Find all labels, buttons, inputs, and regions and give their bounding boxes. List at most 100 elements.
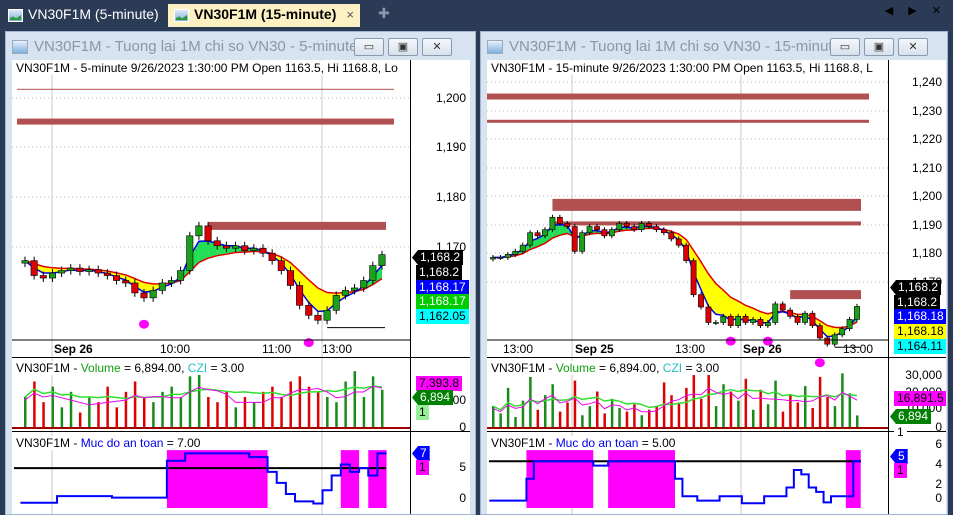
axis-tick-label: 0 xyxy=(459,491,466,505)
axis-tick-label: 1,200 xyxy=(911,189,942,203)
candle xyxy=(504,251,511,260)
volume-bar xyxy=(677,402,681,428)
volume-bar xyxy=(492,406,495,428)
candle xyxy=(76,264,84,276)
volume-bar xyxy=(362,397,366,428)
volume-bar xyxy=(618,407,621,428)
candle xyxy=(660,227,667,236)
volume-bar xyxy=(262,391,265,428)
header-prefix: VN30F1M - xyxy=(16,436,81,450)
tab-navigation-icons[interactable]: ◀ ▶ ✕ xyxy=(885,4,947,17)
header-text: = 6,894.00, xyxy=(120,361,188,375)
czi-label: CZI xyxy=(187,361,208,375)
volume-bar xyxy=(707,373,710,428)
minimize-button[interactable]: ▭ xyxy=(354,38,384,56)
restore-button[interactable]: ▣ xyxy=(864,38,894,56)
axis-tick-label: 1,180 xyxy=(435,190,466,204)
volume-bar xyxy=(789,395,792,428)
volume-bar xyxy=(514,417,517,428)
volume-bar xyxy=(371,376,375,428)
value-label: 1,168.17 xyxy=(416,294,469,309)
price-header: VN30F1M - 5-minute 9/26/2023 1:30:00 PM … xyxy=(16,61,398,75)
volume-bar xyxy=(353,371,357,428)
chart-area[interactable]: VN30F1M - 5-minute 9/26/2023 1:30:00 PM … xyxy=(12,60,470,514)
restore-button[interactable]: ▣ xyxy=(388,38,418,56)
value-label: 1,162.05 xyxy=(416,309,469,324)
window-title: VN30F1M - Tuong lai 1M chi so VN30 - 15-… xyxy=(487,38,841,55)
volume-bar xyxy=(566,402,569,428)
tab-5-minute[interactable]: VN30F1M (5-minute) xyxy=(2,4,165,27)
resistance-zone xyxy=(487,93,869,100)
volume-bar xyxy=(234,407,238,428)
close-button[interactable]: ✕ xyxy=(422,38,452,56)
value-label: 1,164.11 xyxy=(894,339,946,354)
volume-bar xyxy=(804,386,807,428)
volume-bar xyxy=(737,400,740,428)
document-tab-bar: VN30F1M (5-minute) VN30F1M (15-minute) × … xyxy=(0,0,953,27)
chart-icon xyxy=(174,9,189,22)
window-title: VN30F1M - Tuong lai 1M chi so VN30 - 5-m… xyxy=(12,38,357,55)
volume-bar xyxy=(326,397,329,428)
value-label: 1,168.17 xyxy=(416,280,469,295)
tab-label: VN30F1M (5-minute) xyxy=(28,6,159,22)
close-button[interactable]: ✕ xyxy=(898,38,928,56)
candle xyxy=(21,256,29,268)
header-prefix: VN30F1M - xyxy=(491,436,556,450)
volume-bar xyxy=(655,406,658,428)
signal-marker xyxy=(725,336,736,346)
chart-icon xyxy=(487,40,503,54)
value-label: 1 xyxy=(416,460,429,475)
volume-header: VN30F1M - Volume = 6,894.00, CZI = 3.00 xyxy=(16,361,245,375)
volume-bar xyxy=(536,409,540,428)
chart-area[interactable]: VN30F1M - 15-minute 9/26/2023 1:30:00 PM… xyxy=(487,60,946,514)
tab-15-minute[interactable]: VN30F1M (15-minute) × xyxy=(168,4,360,27)
safe-zone xyxy=(526,450,594,508)
volume-bar xyxy=(826,397,829,428)
header-prefix: VN30F1M - xyxy=(491,361,556,375)
volume-bar xyxy=(124,391,128,428)
axis-tick-label: 1,180 xyxy=(911,246,942,260)
volume-bar xyxy=(774,380,777,428)
volume-bar xyxy=(648,409,651,428)
candle xyxy=(296,281,304,310)
value-label: 1,168.2 xyxy=(894,295,941,310)
volume-bar xyxy=(179,397,183,428)
chart-icon xyxy=(8,9,23,22)
candle xyxy=(94,265,102,278)
signal-marker xyxy=(139,319,149,329)
volume-bar xyxy=(152,402,155,428)
close-tab-icon[interactable]: × xyxy=(346,7,354,22)
volume-bar xyxy=(335,402,338,428)
indicator-name: Muc do an toan xyxy=(555,436,639,450)
candle xyxy=(67,264,75,275)
volume-bar xyxy=(848,393,852,428)
volume-bar xyxy=(744,378,748,428)
safe-zone xyxy=(166,450,268,508)
signal-marker xyxy=(814,358,825,368)
add-tab-icon[interactable]: ✚ xyxy=(378,5,390,22)
pane-separator xyxy=(12,431,470,432)
chart-window-15-minute: VN30F1M - Tuong lai 1M chi so VN30 - 15-… xyxy=(480,31,948,515)
pane-separator xyxy=(487,357,946,358)
candle xyxy=(250,244,258,255)
header-prefix: VN30F1M - xyxy=(16,361,81,375)
chart-icon xyxy=(12,40,28,54)
volume-bar xyxy=(307,386,311,428)
volume-bar xyxy=(625,411,629,428)
value-label: 1 xyxy=(894,425,907,440)
axis-tick-label: 1,230 xyxy=(911,104,942,118)
price-header: VN30F1M - 15-minute 9/26/2023 1:30:00 PM… xyxy=(491,61,873,75)
time-axis-label: 13:00 xyxy=(675,342,706,356)
axis-tick-label: 1,220 xyxy=(911,132,942,146)
volume-bar xyxy=(506,387,510,428)
volume-bar xyxy=(781,411,785,428)
pane-separator xyxy=(12,357,470,358)
volume-bar xyxy=(685,387,688,428)
minimize-button[interactable]: ▭ xyxy=(830,38,860,56)
candle xyxy=(802,310,808,325)
indicator-header: VN30F1M - Muc do an toan = 5.00 xyxy=(491,436,676,450)
czi-label: CZI xyxy=(662,361,683,375)
axis-tick-label: 1,190 xyxy=(435,140,466,154)
header-text: = 5.00 xyxy=(638,436,676,450)
candle xyxy=(268,249,276,265)
